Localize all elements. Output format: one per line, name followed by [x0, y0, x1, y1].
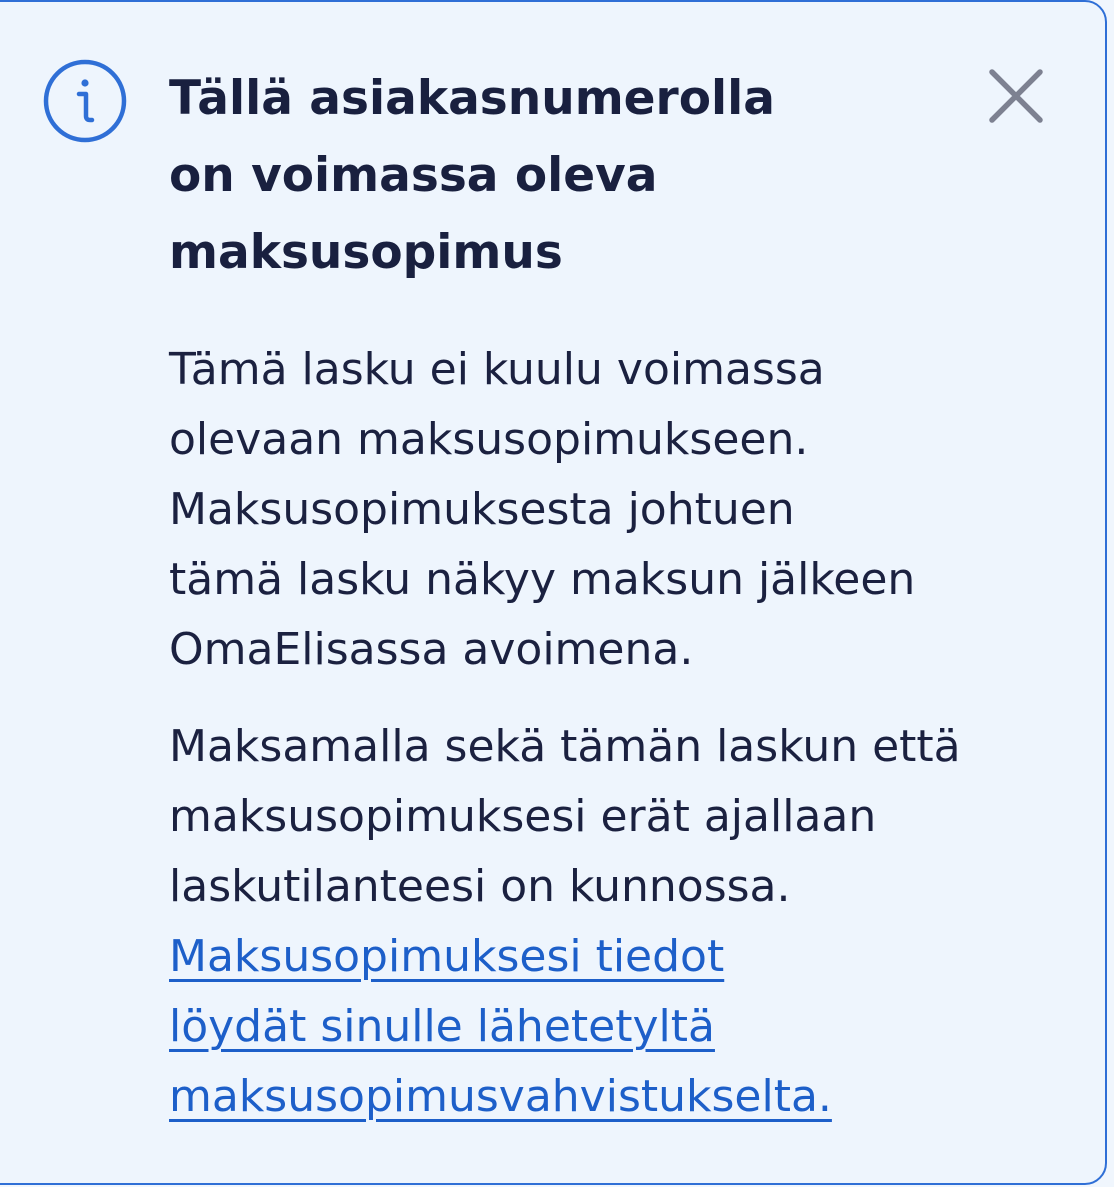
- link-line: löydät sinulle lähetetyltä: [169, 1001, 715, 1052]
- info-circle-icon: [42, 58, 128, 144]
- text-line: Maksamalla sekä tämän laskun että: [169, 721, 961, 772]
- close-x-icon: [978, 69, 1054, 137]
- payment-agreement-notice: Tällä asiakasnumerolla on voimassa oleva…: [0, 0, 1107, 1185]
- text-line: Tämä lasku ei kuulu voimassa: [169, 344, 825, 395]
- title-line: maksusopimus: [169, 225, 563, 280]
- notice-paragraph-1: Tämä lasku ei kuulu voimassa olevaan mak…: [169, 335, 1049, 685]
- notice-paragraph-2: Maksamalla sekä tämän laskun että maksus…: [169, 712, 1049, 1132]
- text-line: tämä lasku näkyy maksun jälkeen: [169, 554, 916, 605]
- text-line: OmaElisassa avoimena.: [169, 624, 694, 675]
- title-line: Tällä asiakasnumerolla: [169, 71, 775, 126]
- link-line: maksusopimusvahvistukselta.: [169, 1071, 832, 1122]
- text-line: maksusopimuksesi erät ajallaan: [169, 791, 877, 842]
- title-line: on voimassa oleva: [169, 148, 658, 203]
- agreement-info-link[interactable]: Maksusopimuksesi tiedot löydät sinulle l…: [169, 922, 1049, 1132]
- text-line: laskutilanteesi on kunnossa.: [169, 861, 791, 912]
- text-line: Maksusopimuksesta johtuen: [169, 484, 795, 535]
- text-line: olevaan maksusopimukseen.: [169, 414, 809, 465]
- close-button[interactable]: [978, 58, 1054, 134]
- notice-title: Tällä asiakasnumerolla on voimassa oleva…: [169, 60, 889, 291]
- link-line: Maksusopimuksesi tiedot: [169, 931, 725, 982]
